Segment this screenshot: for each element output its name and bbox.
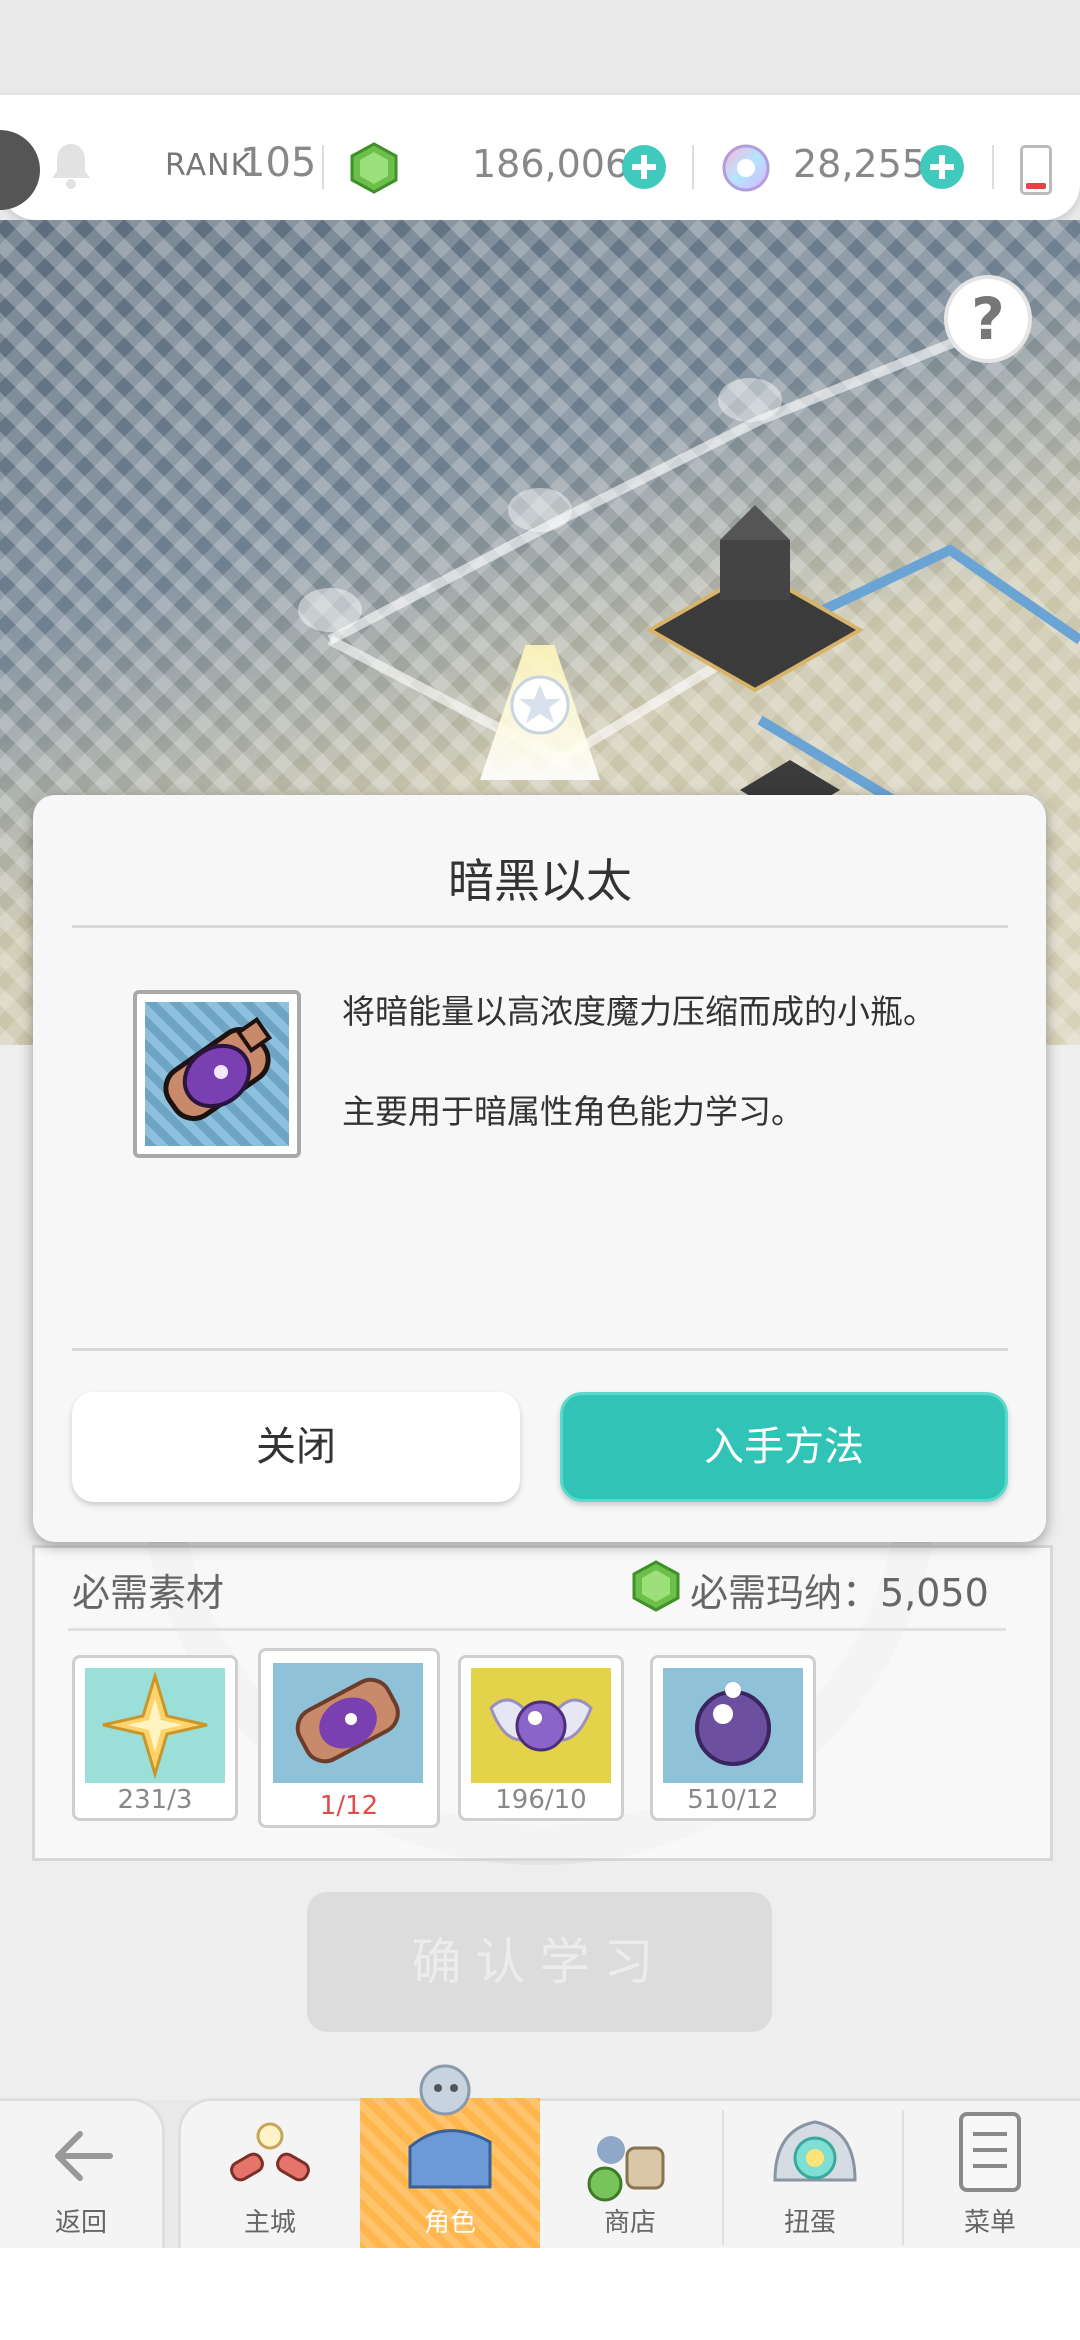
shop-icon[interactable] [583, 2128, 673, 2203]
material-count: 1/12 [319, 1791, 379, 1821]
material-slot-selected[interactable]: 1/12 [258, 1648, 440, 1828]
nav-character-label: 角色 [423, 2208, 476, 2238]
confirm-learn-button[interactable]: 确认学习 [307, 1892, 772, 2032]
jewel-amount: 28,255 [793, 142, 926, 186]
material-slot[interactable]: 510/12 [650, 1655, 816, 1821]
nav-gacha-label: 扭蛋 [783, 2208, 836, 2238]
divider [68, 1628, 1006, 1631]
mana-amount: 186,006 [472, 142, 630, 186]
winged-orb-icon [471, 1668, 611, 1783]
dark-orb-icon [663, 1668, 803, 1783]
jewel-icon [720, 142, 772, 194]
nav-home-label: 主城 [243, 2208, 296, 2238]
item-description-line-1: 将暗能量以高浓度魔力压缩而成的小瓶。 [342, 992, 936, 1031]
home-city-icon[interactable] [225, 2120, 315, 2195]
nav-back-label: 返回 [54, 2208, 107, 2238]
mana-gem-icon [630, 1560, 682, 1612]
help-button[interactable]: ? [944, 275, 1032, 363]
rank-value: 105 [240, 140, 317, 186]
menu-list-icon[interactable] [945, 2110, 1035, 2192]
close-button[interactable]: 关闭 [72, 1392, 520, 1502]
materials-title: 必需素材 [72, 1571, 225, 1615]
item-description-line-2: 主要用于暗属性角色能力学习。 [342, 1092, 804, 1131]
dark-ether-icon [273, 1663, 423, 1783]
mana-gem-icon [348, 142, 400, 194]
notification-bell-icon[interactable] [48, 140, 94, 190]
nav-shop-label: 商店 [603, 2208, 656, 2238]
divider [72, 925, 1008, 928]
gacha-icon[interactable] [765, 2110, 865, 2195]
material-slot[interactable]: 196/10 [458, 1655, 624, 1821]
divider [72, 1348, 1008, 1351]
add-jewel-button[interactable] [920, 145, 964, 189]
divider [692, 145, 694, 189]
divider [322, 145, 324, 189]
material-count: 231/3 [117, 1785, 193, 1815]
material-count: 510/12 [687, 1785, 779, 1815]
back-arrow-icon [50, 2126, 114, 2190]
required-mana: 必需玛纳：5,050 [690, 1571, 989, 1615]
divider [992, 145, 994, 189]
dark-ether-icon [145, 1002, 289, 1146]
dialog-title: 暗黑以太 [448, 854, 632, 908]
rank-label: RANK [165, 148, 252, 183]
material-count: 196/10 [495, 1785, 587, 1815]
material-slot[interactable]: 231/3 [72, 1655, 238, 1821]
nav-menu-label: 菜单 [963, 2208, 1016, 2238]
battery-icon [1020, 145, 1052, 195]
light-crystal-icon [85, 1668, 225, 1783]
character-icon[interactable] [400, 2062, 500, 2192]
star-icon [510, 675, 570, 739]
system-navigation-area [0, 2248, 1080, 2340]
add-mana-button[interactable] [622, 145, 666, 189]
obtain-method-button[interactable]: 入手方法 [560, 1392, 1008, 1502]
